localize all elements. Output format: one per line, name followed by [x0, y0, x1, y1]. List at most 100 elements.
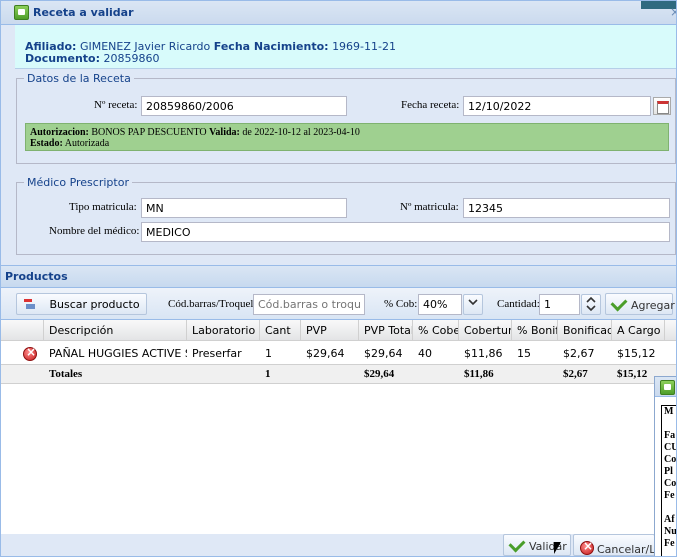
- stepper-arrows-icon: [586, 296, 596, 312]
- buscar-producto-label: Buscar producto: [49, 298, 140, 311]
- cancelar-button[interactable]: Cancelar/Limp: [573, 534, 655, 556]
- calendar-icon[interactable]: [653, 97, 671, 115]
- cantidad-label: Cantidad:: [497, 298, 540, 310]
- cell-pvp: $29,64: [306, 347, 345, 360]
- totals-pvp-total: $29,64: [364, 368, 395, 380]
- productos-header: Productos: [1, 266, 676, 288]
- totals-label: Totales: [49, 368, 83, 380]
- popup-line: Fa: [664, 430, 676, 441]
- productos-toolbar: Buscar producto Cód.barras/Troquel: % Co…: [1, 288, 676, 320]
- cell-a-cargo: $15,12: [617, 347, 656, 360]
- estado-value: Autorizada: [64, 138, 110, 149]
- cobertura-select[interactable]: 40%: [418, 294, 462, 315]
- documento-label: Documento:: [25, 52, 101, 65]
- fecha-nacimiento-label: Fecha Nacimiento:: [213, 40, 329, 53]
- cantidad-stepper[interactable]: [581, 294, 601, 315]
- datos-receta-fieldset: Datos de la Receta Nº receta: 20859860/2…: [16, 72, 676, 164]
- window-title: Receta a validar: [33, 6, 134, 19]
- autorizacion-label: Autorizacion:: [30, 127, 89, 138]
- cell-cant: 1: [265, 347, 272, 360]
- autorizacion-box: Autorizacion: BONOS PAP DESCUENTO Valida…: [25, 123, 669, 151]
- cell-porc-bonifi: 15: [517, 347, 531, 360]
- barras-input[interactable]: [253, 294, 365, 315]
- cell-cobertura: $11,86: [464, 347, 503, 360]
- affiliate-info: Afiliado: GIMENEZ Javier Ricardo Fecha N…: [15, 25, 676, 69]
- col-pvp-total[interactable]: PVP Total: [359, 320, 413, 341]
- check-icon: [610, 294, 628, 312]
- popup-line: Fe: [664, 490, 675, 501]
- autorizacion-value: BONOS PAP DESCUENTO: [91, 127, 207, 138]
- col-pvp[interactable]: PVP: [301, 320, 359, 341]
- col-porc-bonifi[interactable]: % Bonifi: [512, 320, 558, 341]
- popup-line: Af: [664, 514, 675, 525]
- popup-line: Co: [664, 454, 677, 465]
- tipo-matricula-label: Tipo matricula:: [69, 201, 137, 213]
- col-cobertura[interactable]: Cobertura: [459, 320, 512, 341]
- cell-bonificado: $2,67: [563, 347, 595, 360]
- totals-a-cargo: $15,12: [617, 368, 648, 380]
- delete-row-icon[interactable]: [23, 345, 37, 361]
- totals-cobertura: $11,86: [464, 368, 494, 380]
- datos-receta-legend: Datos de la Receta: [24, 72, 134, 85]
- secondary-window-content: M Fa CU Co Pl Co Fe Af Nu Fe: [661, 405, 677, 556]
- agregar-label: Agregar: [631, 299, 675, 312]
- col-a-cargo[interactable]: A Cargo: [612, 320, 665, 341]
- product-search-icon: [24, 299, 35, 309]
- totals-row: Totales 1 $29,64 $11,86 $2,67 $15,12: [1, 364, 676, 384]
- valida-label: Valida:: [209, 127, 240, 138]
- secondary-window[interactable]: M Fa CU Co Pl Co Fe Af Nu Fe: [654, 376, 677, 556]
- numero-receta-input[interactable]: 20859860/2006: [141, 96, 347, 116]
- col-cant[interactable]: Cant: [260, 320, 301, 341]
- cobertura-label: % Cob:: [384, 298, 418, 310]
- popup-line: Nu: [664, 526, 677, 537]
- col-porc-cober[interactable]: % Cober: [413, 320, 459, 341]
- cell-descripcion: PAÑAL HUGGIES ACTIVE SE...: [49, 347, 187, 360]
- numero-receta-label: Nº receta:: [94, 99, 138, 111]
- numero-matricula-label: Nº matricula:: [400, 201, 459, 213]
- table-row[interactable]: PAÑAL HUGGIES ACTIVE SE... Preserfar 1 $…: [1, 342, 676, 364]
- popup-line: Pl: [664, 466, 673, 477]
- cell-pvp-total: $29,64: [364, 347, 403, 360]
- fecha-receta-input[interactable]: 12/10/2022: [463, 96, 651, 116]
- nombre-medico-input[interactable]: MEDICO: [141, 222, 670, 242]
- tipo-matricula-input[interactable]: MN: [141, 198, 347, 218]
- medico-legend: Médico Prescriptor: [24, 176, 132, 189]
- valida-value: de 2022-10-12 al 2023-04-10: [242, 127, 360, 138]
- popup-line: Fe: [664, 538, 675, 549]
- totals-cant: 1: [265, 368, 271, 380]
- window-titlebar[interactable]: Receta a validar ×: [1, 1, 676, 25]
- app-icon: [14, 5, 29, 20]
- mouse-cursor-icon: [554, 542, 561, 554]
- numero-matricula-input[interactable]: 12345: [463, 198, 670, 218]
- popup-line: Co: [664, 478, 677, 489]
- receta-window: Receta a validar × Afiliado: GIMENEZ Jav…: [0, 0, 677, 557]
- documento-value: 20859860: [103, 52, 160, 65]
- col-descripcion[interactable]: Descripción: [44, 320, 187, 341]
- popup-line: M: [664, 406, 674, 417]
- close-icon[interactable]: ×: [670, 5, 676, 19]
- col-laboratorio[interactable]: Laboratorio: [187, 320, 260, 341]
- chevron-down-icon: [468, 299, 478, 306]
- cell-laboratorio: Preserfar: [192, 347, 242, 360]
- popup-spacer: [664, 502, 676, 514]
- check-icon: [508, 535, 526, 553]
- popup-spacer: [664, 418, 676, 430]
- productos-panel: Productos Buscar producto Cód.barras/Tro…: [1, 265, 676, 556]
- nombre-medico-label: Nombre del médico:: [49, 225, 140, 237]
- popup-line: CU: [664, 442, 676, 453]
- fecha-receta-label: Fecha receta:: [401, 99, 460, 111]
- secondary-window-titlebar[interactable]: [655, 377, 676, 397]
- validar-label: Validar: [529, 540, 567, 553]
- cobertura-dropdown[interactable]: [463, 294, 483, 315]
- col-bonificado[interactable]: Bonificado: [558, 320, 612, 341]
- estado-label: Estado:: [30, 138, 63, 149]
- cell-porc-cober: 40: [418, 347, 432, 360]
- barras-label: Cód.barras/Troquel:: [168, 298, 257, 310]
- buscar-producto-button[interactable]: Buscar producto: [16, 293, 147, 315]
- col-actions: [1, 320, 44, 341]
- cantidad-input[interactable]: 1: [539, 294, 580, 315]
- app-icon: [660, 380, 675, 395]
- fecha-nacimiento-value: 1969-11-21: [332, 40, 396, 53]
- agregar-button[interactable]: Agregar: [605, 293, 675, 315]
- productos-grid-header: Descripción Laboratorio Cant PVP PVP Tot…: [1, 320, 676, 341]
